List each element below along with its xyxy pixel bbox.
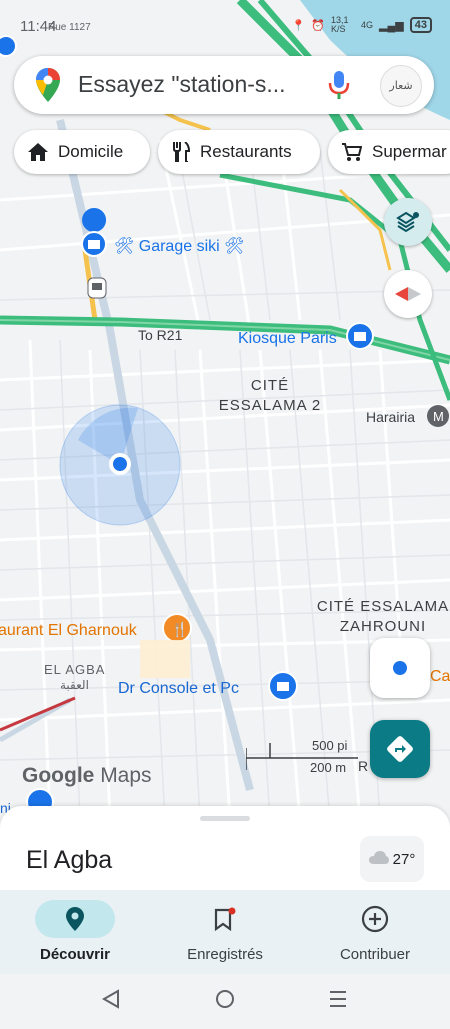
dr-console-label[interactable]: Dr Console et Pc [118,680,239,698]
place-name: El Agba [26,846,113,874]
road-label-partial: R [358,758,369,774]
chip-label: Supermar [372,142,447,161]
network-speed: 13,1 K/S [331,15,349,34]
kiosque-poi-pin [346,322,374,350]
status-bar: 11:44 📍 ⏰ 13,1 K/S 4G ▂▄▆ 43 [0,0,450,46]
search-input[interactable]: Essayez "station-s... [78,71,286,98]
chip-restaurants[interactable]: Restaurants [158,130,320,174]
my-location-icon [390,658,410,678]
recents-menu-icon [330,991,346,1007]
map-scale: 500 pi 200 m [246,738,358,775]
system-nav-icons [101,989,346,1009]
system-navigation-bar [0,974,450,1024]
el-agba-arabic-label: العقبة [60,678,89,692]
restaurant-icon [172,142,190,162]
nav-decouvrir[interactable]: Découvrir [0,900,150,963]
ca-label[interactable]: Ca [430,668,450,686]
layers-icon [396,211,419,233]
bookmark-icon [185,900,265,938]
cloud-icon [368,850,389,868]
status-time: 11:44 [20,18,57,35]
compass-icon [395,287,421,301]
scale-imperial: 500 pi [312,738,348,753]
home-circle-icon [216,990,234,1008]
kiosque-label[interactable]: Kiosque Paris [238,330,337,348]
area-label-cite-essalama-2: CITÉ ESSALAMA 2 [218,377,322,414]
bottom-sheet[interactable]: El Agba 27° [0,806,450,896]
harairia-label[interactable]: Harairia [366,409,415,425]
add-circle-icon [335,900,415,938]
area-label-cite-zahrouni: CITÉ ESSALAMA ZAHROUNI [316,598,450,635]
chip-label: Restaurants [200,142,292,161]
location-status-icon: 📍 [291,19,306,32]
home-icon [28,143,48,161]
garage-label[interactable]: 🛠 Garage siki 🛠 [114,236,244,256]
cart-icon [342,142,362,162]
road-label-r21: To R21 [138,327,183,343]
el-agba-label: EL AGBA [44,662,106,677]
chip-domicile[interactable]: Domicile [14,130,150,174]
layers-button[interactable] [384,198,432,246]
dr-console-poi-pin [268,671,298,701]
signal-icon: ▂▄▆ [379,19,404,32]
restaurant-label[interactable]: aurant El Gharnouk [0,622,137,640]
directions-button[interactable] [370,720,430,778]
bottom-navigation: Découvrir Enregistrés Contribuer [0,890,450,974]
nav-label: Découvrir [39,946,111,963]
temperature: 27° [392,850,416,868]
back-icon [101,989,119,1009]
sheet-drag-handle[interactable] [200,816,250,821]
nav-label: Contribuer [339,946,411,963]
alarm-icon: ⏰ [311,19,326,32]
google-maps-logo: Google Maps [22,764,152,787]
microphone-icon[interactable] [328,70,350,105]
battery-indicator: 43 [409,17,432,33]
google-maps-pin-icon [36,68,60,107]
svg-text:M: M [433,409,444,424]
category-chips: Domicile Restaurants Supermar [14,130,450,174]
svg-text:🍴: 🍴 [171,621,188,638]
network-type: 4G [361,20,374,30]
search-bar[interactable]: Essayez "station-s... شعار [14,56,434,114]
chip-supermarche[interactable]: Supermar [328,130,450,174]
my-location-button[interactable] [370,638,430,698]
nav-enregistres[interactable]: Enregistrés [150,900,300,963]
bus-stop-icon [87,277,107,299]
metro-icon: M [427,405,449,427]
explore-pin-icon [35,900,115,938]
directions-icon [387,736,413,762]
nav-contribuer[interactable]: Contribuer [300,900,450,963]
restaurant-poi-pin: 🍴 [162,613,192,643]
status-icons: 📍 ⏰ 13,1 K/S 4G ▂▄▆ 43 [292,16,432,34]
weather-chip[interactable]: 27° [360,836,424,882]
chip-label: Domicile [58,142,124,161]
profile-avatar[interactable]: شعار [380,65,422,107]
compass-button[interactable] [384,270,432,318]
scale-metric: 200 m [310,760,347,775]
nav-label: Enregistrés [187,946,263,963]
